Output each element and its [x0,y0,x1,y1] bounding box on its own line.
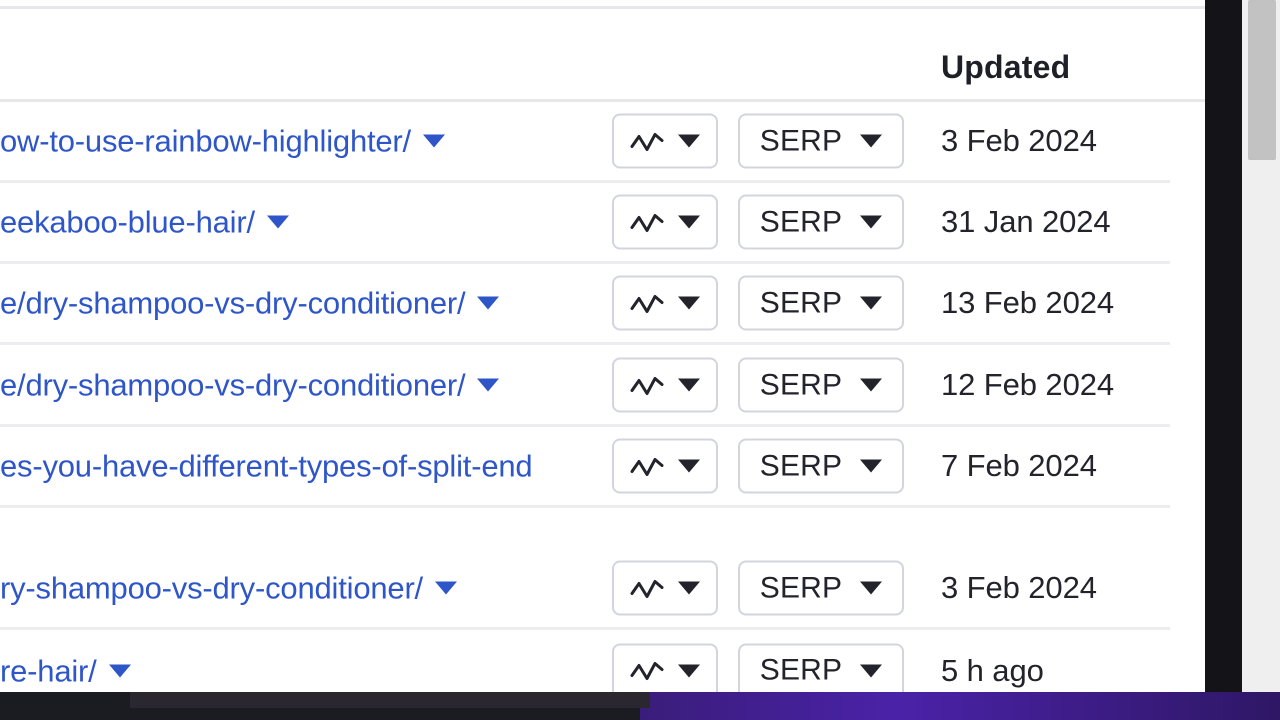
url-link[interactable]: ry-shampoo-vs-dry-conditioner/ [0,573,423,604]
serp-button-label: SERP [759,286,843,319]
scrollbar-thumb[interactable] [1248,0,1276,160]
serp-button[interactable]: SERP [738,438,904,494]
url-link[interactable]: e/dry-shampoo-vs-dry-conditioner/ [0,370,466,401]
url-cell[interactable]: eekaboo-blue-hair/ [0,207,289,238]
backdrop-strip-middle [130,692,650,708]
line-chart-icon [630,579,664,598]
updated-date: 31 Jan 2024 [941,204,1111,239]
backdrop-strip-right [640,692,1280,720]
chevron-down-icon[interactable] [678,664,700,677]
results-table: Updated ow-to-use-rainbow-highlighter/ S… [0,0,1205,692]
chevron-down-icon[interactable] [860,134,883,148]
url-link[interactable]: e/dry-shampoo-vs-dry-conditioner/ [0,288,466,319]
serp-button-label: SERP [759,571,843,604]
updated-date: 12 Feb 2024 [941,367,1114,402]
metrics-chart-button[interactable] [612,560,718,616]
serp-button[interactable]: SERP [738,113,904,169]
column-header-updated[interactable]: Updated [941,49,1070,86]
chevron-down-icon[interactable] [860,378,883,392]
url-cell[interactable]: ow-to-use-rainbow-highlighter/ [0,126,445,157]
chevron-down-icon[interactable] [108,664,131,677]
chevron-down-icon[interactable] [678,296,700,310]
metrics-chart-button[interactable] [612,357,718,413]
metrics-chart-button[interactable] [612,113,718,169]
line-chart-icon [630,376,664,395]
updated-date: 5 h ago [941,652,1044,688]
updated-date: 3 Feb 2024 [941,570,1097,605]
serp-button[interactable]: SERP [738,275,904,331]
updated-date: 3 Feb 2024 [941,123,1097,158]
chevron-down-icon[interactable] [678,215,700,229]
chevron-down-icon[interactable] [678,134,700,148]
updated-date: 7 Feb 2024 [941,448,1097,483]
line-chart-icon [630,132,664,151]
serp-button[interactable]: SERP [738,643,904,692]
url-cell[interactable]: ry-shampoo-vs-dry-conditioner/ [0,573,457,604]
serp-button-label: SERP [759,368,843,401]
serp-button-label: SERP [759,124,843,157]
chevron-down-icon[interactable] [678,581,700,595]
url-link[interactable]: es-you-have-different-types-of-split-end [0,451,533,482]
chevron-down-icon[interactable] [477,378,500,392]
table-row[interactable]: es-you-have-different-types-of-split-end… [0,427,1170,508]
chevron-down-icon[interactable] [678,378,700,392]
screen: Updated ow-to-use-rainbow-highlighter/ S… [0,0,1280,720]
table-row[interactable]: e/dry-shampoo-vs-dry-conditioner/ SERP 1… [0,346,1170,427]
chevron-down-icon[interactable] [434,581,457,595]
url-cell[interactable]: es-you-have-different-types-of-split-end [0,451,533,482]
url-cell[interactable]: e/dry-shampoo-vs-dry-conditioner/ [0,288,500,319]
chevron-down-icon[interactable] [477,296,500,310]
line-chart-icon [630,457,664,476]
line-chart-icon [630,213,664,232]
metrics-chart-button[interactable] [612,194,718,250]
line-chart-icon [630,662,664,680]
table-row[interactable]: re-hair/ SERP 5 h ago [0,630,1170,692]
serp-button-label: SERP [759,449,843,482]
table-row[interactable]: e/dry-shampoo-vs-dry-conditioner/ SERP 1… [0,264,1170,345]
table-row[interactable]: ow-to-use-rainbow-highlighter/ SERP 3 Fe… [0,102,1170,183]
metrics-chart-button[interactable] [612,643,718,692]
vertical-scrollbar[interactable] [1242,0,1280,692]
chevron-down-icon[interactable] [860,459,883,473]
updated-date: 13 Feb 2024 [941,285,1114,320]
metrics-chart-button[interactable] [612,438,718,494]
serp-button-label: SERP [759,653,843,687]
line-chart-icon [630,294,664,313]
url-cell[interactable]: e/dry-shampoo-vs-dry-conditioner/ [0,370,500,401]
chevron-down-icon[interactable] [422,134,445,148]
chevron-down-icon[interactable] [860,215,883,229]
serp-button[interactable]: SERP [738,194,904,250]
table-row[interactable]: ry-shampoo-vs-dry-conditioner/ SERP 3 Fe… [0,549,1170,630]
metrics-chart-button[interactable] [612,275,718,331]
chevron-down-icon[interactable] [860,581,883,595]
url-link[interactable]: re-hair/ [0,655,97,686]
chevron-down-icon[interactable] [678,459,700,473]
table-row[interactable]: eekaboo-blue-hair/ SERP 31 Jan 2024 [0,183,1170,264]
chevron-down-icon[interactable] [860,296,883,310]
table-header-row: Updated [0,9,1205,102]
url-cell[interactable]: re-hair/ [0,655,131,686]
serp-button[interactable]: SERP [738,357,904,413]
url-link[interactable]: eekaboo-blue-hair/ [0,207,255,238]
chevron-down-icon[interactable] [860,664,883,677]
serp-button-label: SERP [759,205,843,238]
chevron-down-icon[interactable] [266,215,289,229]
url-link[interactable]: ow-to-use-rainbow-highlighter/ [0,126,411,157]
serp-button[interactable]: SERP [738,560,904,616]
